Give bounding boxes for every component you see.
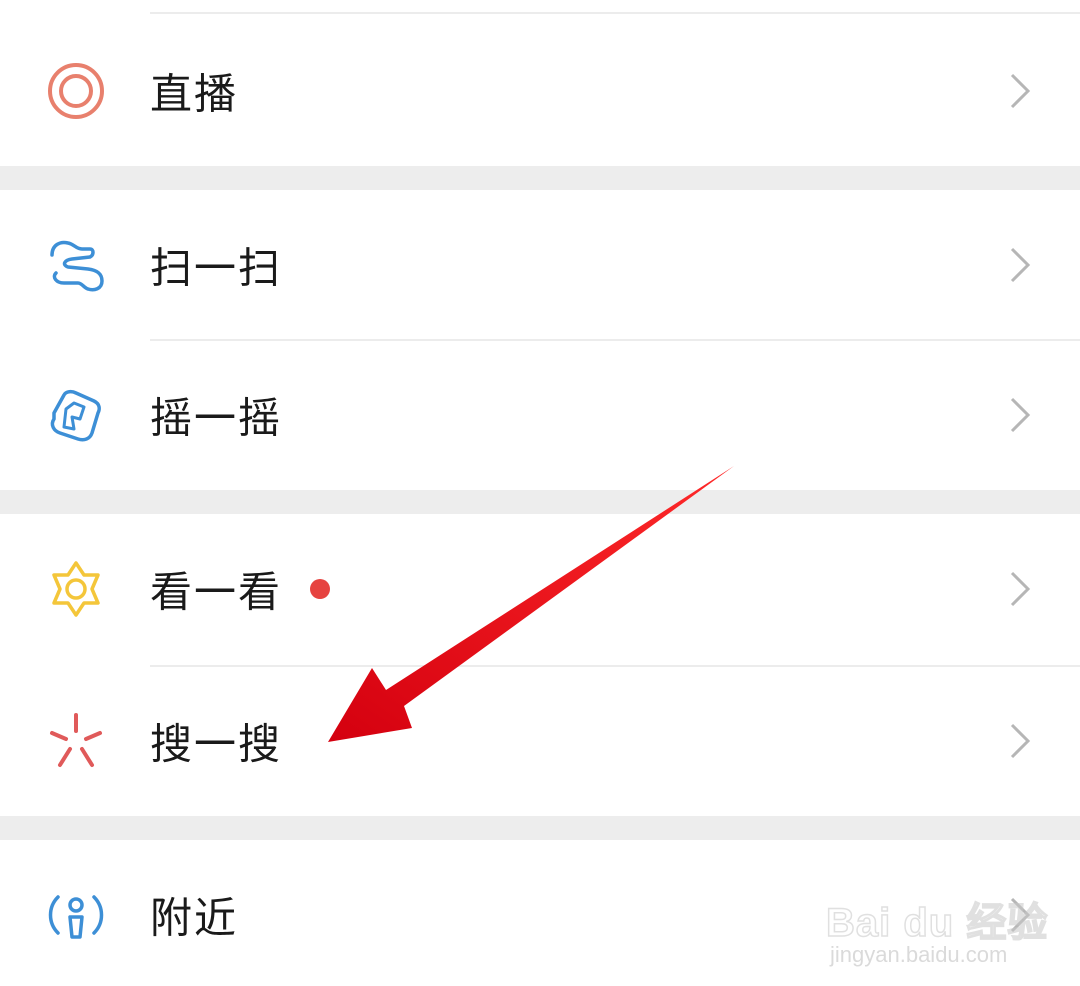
shake-icon xyxy=(44,383,108,447)
menu-item-nearby[interactable]: 附近 xyxy=(0,840,1080,986)
scan-icon xyxy=(44,233,108,297)
menu-item-search[interactable]: 搜一搜 xyxy=(0,666,1080,816)
live-target-icon xyxy=(44,59,108,123)
menu-group-content: 看一看 搜一搜 xyxy=(0,514,1080,816)
search-star-icon xyxy=(44,709,108,773)
chevron-right-icon xyxy=(1006,895,1034,935)
menu-item-label: 摇一摇 xyxy=(150,393,283,443)
menu-group-top: 直播 xyxy=(0,0,1080,166)
menu-item-label: 扫一扫 xyxy=(150,243,283,293)
menu-item-label: 看一看 xyxy=(150,567,283,617)
top-stories-icon xyxy=(44,557,108,621)
menu-group-tools: 扫一扫 摇一摇 xyxy=(0,190,1080,490)
nearby-person-icon xyxy=(44,883,108,947)
chevron-right-icon xyxy=(1006,245,1034,285)
menu-item-live[interactable]: 直播 xyxy=(0,16,1080,166)
chevron-right-icon xyxy=(1006,569,1034,609)
menu-item-label: 附近 xyxy=(150,893,239,943)
menu-item-label: 直播 xyxy=(150,69,239,119)
menu-item-scan[interactable]: 扫一扫 xyxy=(0,190,1080,340)
new-badge-dot xyxy=(310,579,330,599)
menu-item-top-stories[interactable]: 看一看 xyxy=(0,514,1080,664)
chevron-right-icon xyxy=(1006,71,1034,111)
menu-item-shake[interactable]: 摇一摇 xyxy=(0,340,1080,490)
menu-item-label: 搜一搜 xyxy=(150,719,283,769)
chevron-right-icon xyxy=(1006,395,1034,435)
discover-screen: 直播 扫一扫 摇一摇 看一看 搜一搜 附近 Bai du 经验 jingyan.… xyxy=(0,0,1080,986)
menu-group-social: 附近 xyxy=(0,840,1080,986)
row-divider xyxy=(150,12,1080,14)
chevron-right-icon xyxy=(1006,721,1034,761)
